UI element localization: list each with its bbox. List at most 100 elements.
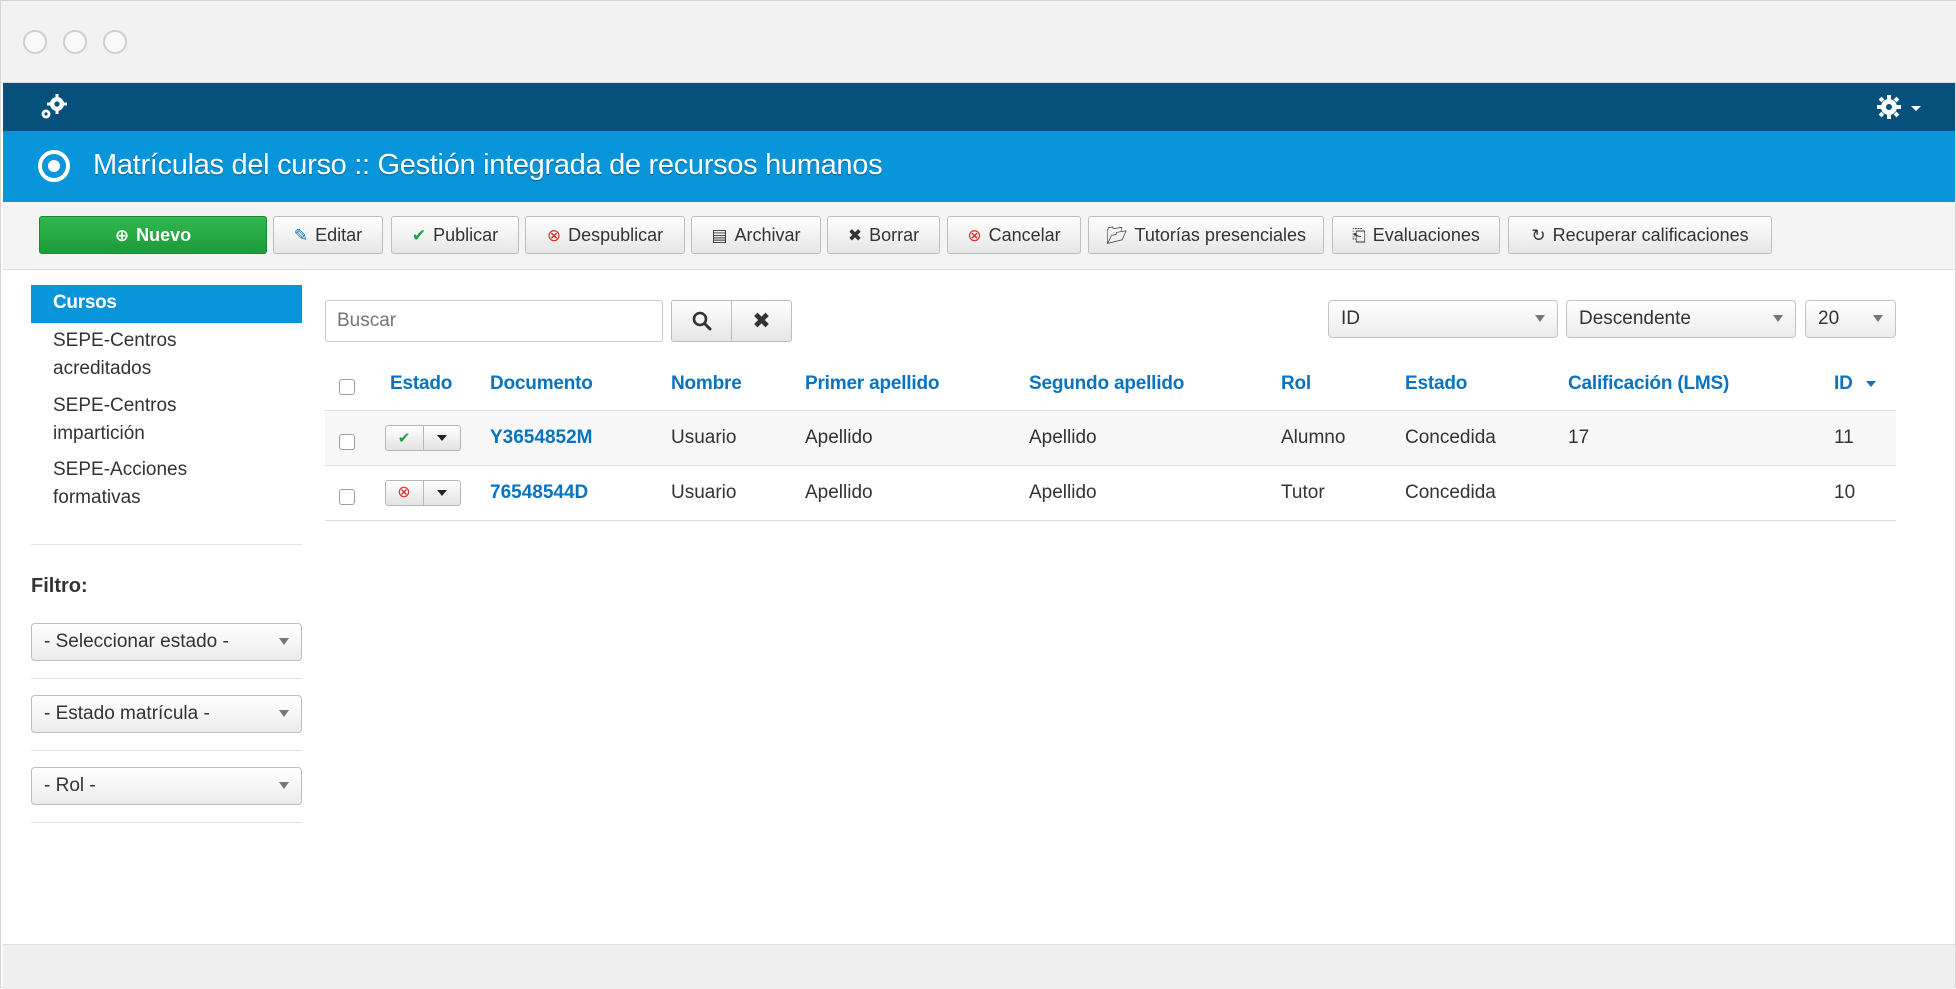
recover-grades-button[interactable]: ↻ Recuperar calificaciones — [1508, 216, 1772, 254]
delete-button[interactable]: ✖ Borrar — [827, 216, 940, 254]
table-divider — [325, 465, 1896, 466]
publish-button[interactable]: ✔ Publicar — [391, 216, 519, 254]
close-window-button[interactable] — [23, 30, 47, 54]
cell-id: 10 — [1834, 482, 1856, 503]
search-input[interactable] — [325, 300, 663, 342]
check-icon: ✔ — [397, 429, 411, 447]
sidebar-item-centros-acreditados[interactable]: SEPE-Centros acreditados — [31, 327, 231, 383]
chevron-down-icon — [279, 638, 289, 645]
enrollment-state-filter-value: - Estado matrícula - — [44, 703, 210, 724]
column-header-calificacion[interactable]: Calificación (LMS) — [1568, 373, 1729, 395]
publish-toggle-button[interactable]: ⊗ — [386, 481, 422, 505]
column-header-rol[interactable]: Rol — [1281, 373, 1311, 395]
state-dropdown-button[interactable] — [423, 481, 459, 505]
table-divider — [325, 520, 1896, 521]
cell-nombre: Usuario — [671, 427, 737, 448]
clear-search-button[interactable]: ✖ — [731, 300, 792, 342]
cancel-circle-icon: ⊗ — [397, 484, 411, 501]
state-filter-value: - Seleccionar estado - — [44, 631, 229, 652]
select-all-checkbox[interactable] — [339, 379, 355, 395]
unpublish-button[interactable]: ⊗ Despublicar — [525, 216, 685, 254]
list-limit-value: 20 — [1818, 308, 1840, 329]
row-checkbox[interactable] — [339, 434, 355, 450]
cell-calificacion: 17 — [1568, 427, 1590, 448]
enrollment-state-filter-select[interactable]: - Estado matrícula - — [31, 695, 302, 733]
document-icon: ⎗ — [1352, 225, 1366, 245]
cell-estado: Concedida — [1405, 482, 1496, 503]
sidebar-divider — [31, 544, 302, 545]
new-button-label: Nuevo — [136, 224, 192, 245]
tutorials-button[interactable]: 📂︎ Tutorías presenciales — [1088, 216, 1324, 254]
minimize-window-button[interactable] — [63, 30, 87, 54]
tutorials-button-label: Tutorías presenciales — [1134, 224, 1306, 245]
order-direction-select[interactable]: Descendente — [1566, 300, 1796, 338]
state-filter-select[interactable]: - Seleccionar estado - — [31, 623, 302, 661]
list-limit-select[interactable]: 20 — [1805, 300, 1896, 338]
x-icon: ✖ — [847, 225, 863, 245]
chevron-down-icon — [279, 710, 289, 717]
unpublish-button-label: Despublicar — [568, 224, 664, 245]
filter-heading: Filtro: — [31, 575, 88, 597]
column-header-segundo-apellido[interactable]: Segundo apellido — [1029, 373, 1184, 395]
target-icon — [38, 150, 70, 182]
publish-toggle-button[interactable]: ✔ — [386, 426, 422, 450]
settings-gear-icon[interactable] — [1875, 93, 1925, 121]
sidebar-item-cursos[interactable]: Cursos — [31, 285, 302, 323]
delete-button-label: Borrar — [869, 224, 920, 245]
close-icon: ✖ — [752, 308, 771, 333]
sort-desc-icon — [1866, 381, 1876, 387]
window-titlebar — [1, 1, 1956, 83]
cancel-button-label: Cancelar — [988, 224, 1061, 245]
cancel-circle-icon: ⊗ — [967, 225, 982, 245]
cell-primer-apellido: Apellido — [805, 482, 873, 503]
new-button[interactable]: ⊕ Nuevo — [39, 216, 267, 254]
order-by-select[interactable]: ID — [1328, 300, 1558, 338]
archive-icon: ▤ — [711, 225, 728, 245]
check-icon: ✔ — [411, 225, 427, 245]
cell-rol: Alumno — [1281, 427, 1346, 448]
column-header-documento[interactable]: Documento — [490, 373, 593, 395]
archive-button[interactable]: ▤ Archivar — [691, 216, 821, 254]
column-header-estado[interactable]: Estado — [390, 373, 452, 395]
evaluations-button[interactable]: ⎗ Evaluaciones — [1332, 216, 1500, 254]
action-toolbar: ⊕ Nuevo ✎ Editar ✔ Publicar ⊗ Despublica… — [3, 202, 1955, 270]
row-checkbox[interactable] — [339, 489, 355, 505]
column-header-id[interactable]: ID — [1834, 373, 1853, 395]
role-filter-select[interactable]: - Rol - — [31, 767, 302, 805]
search-button[interactable] — [671, 300, 732, 342]
state-dropdown-button[interactable] — [423, 426, 459, 450]
order-direction-value: Descendente — [1579, 308, 1691, 329]
chevron-down-icon — [436, 490, 447, 496]
cancel-button[interactable]: ⊗ Cancelar — [947, 216, 1081, 254]
zoom-window-button[interactable] — [103, 30, 127, 54]
recover-grades-button-label: Recuperar calificaciones — [1552, 224, 1749, 245]
column-header-estado-matricula[interactable]: Estado — [1405, 373, 1467, 395]
admin-topbar — [3, 83, 1955, 131]
cell-estado: Concedida — [1405, 427, 1496, 448]
sidebar-item-acciones-formativas[interactable]: SEPE-Acciones formativas — [31, 456, 231, 512]
folder-open-icon: 📂︎ — [1105, 225, 1128, 245]
order-by-value: ID — [1341, 308, 1360, 329]
cell-primer-apellido: Apellido — [805, 427, 873, 448]
state-toggle-group: ✔ — [385, 425, 461, 451]
cell-segundo-apellido: Apellido — [1029, 482, 1097, 503]
page-header: Matrículas del curso :: Gestión integrad… — [3, 131, 1955, 202]
document-link[interactable]: Y3654852M — [490, 427, 592, 449]
refresh-icon: ↻ — [1531, 225, 1546, 245]
sidebar-divider — [31, 750, 302, 751]
column-header-primer-apellido[interactable]: Primer apellido — [805, 373, 939, 395]
cancel-circle-icon: ⊗ — [546, 225, 562, 245]
plus-circle-icon: ⊕ — [114, 225, 130, 245]
cell-id: 11 — [1834, 427, 1854, 448]
chevron-down-icon — [1873, 315, 1883, 322]
sidebar-item-centros-imparticion[interactable]: SEPE-Centros impartición — [31, 392, 231, 448]
edit-button-label: Editar — [315, 224, 363, 245]
state-toggle-group: ⊗ — [385, 480, 461, 506]
chevron-down-icon — [279, 782, 289, 789]
document-link[interactable]: 76548544D — [490, 482, 588, 504]
cogs-logo-icon[interactable] — [37, 93, 69, 121]
edit-button[interactable]: ✎ Editar — [273, 216, 383, 254]
column-header-nombre[interactable]: Nombre — [671, 373, 742, 395]
browser-window: Matrículas del curso :: Gestión integrad… — [0, 0, 1956, 989]
page-footer — [3, 944, 1955, 989]
